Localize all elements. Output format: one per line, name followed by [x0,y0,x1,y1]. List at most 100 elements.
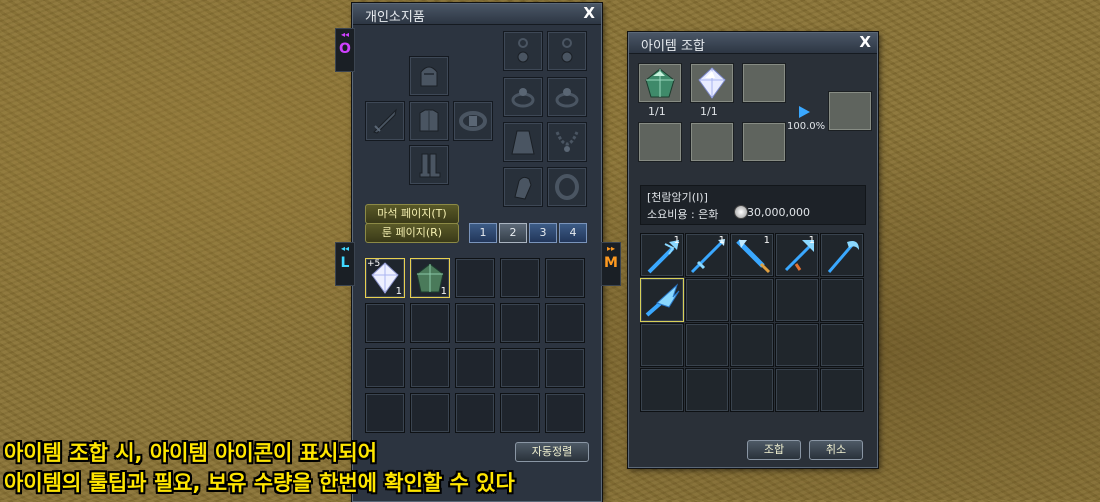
gloves-icon [514,176,532,200]
equip-slot-necklace[interactable] [547,122,587,162]
magic-stone-page-button[interactable]: 마석 페이지(T) [365,204,459,224]
combine-close-button[interactable]: X [859,33,871,51]
result-slot[interactable] [828,91,872,131]
tab-page-2[interactable]: 2 [499,223,527,243]
claw-weapon-icon [645,283,680,317]
side-tab-o[interactable]: ◂◂ O [335,28,355,72]
material-slot-3[interactable] [742,63,786,103]
inventory-slot[interactable] [365,303,405,343]
combine-button[interactable]: 조합 [747,440,801,460]
side-tab-l[interactable]: ◂◂ L [335,242,355,286]
rune-page-button[interactable]: 룬 페이지(R) [365,223,459,243]
result-item-count: 1 [673,235,680,246]
inventory-slot[interactable] [365,393,405,433]
result-grid-slot[interactable]: 1 [775,233,819,277]
cancel-button[interactable]: 취소 [809,440,863,460]
result-grid-slot[interactable] [730,278,774,322]
cape-icon [511,130,535,155]
equip-slot-belt[interactable] [453,101,493,141]
inventory-slot[interactable]: 1 [410,258,450,298]
material-slot-6[interactable] [742,122,786,162]
equip-slot-boots[interactable] [409,145,449,185]
helmet-icon [420,66,438,87]
inventory-slot[interactable] [410,303,450,343]
scythe-icon [827,241,859,273]
result-grid-slot[interactable]: 1 [640,233,684,277]
equip-slot-weapon[interactable] [365,101,405,141]
result-grid-slot[interactable] [820,368,864,412]
inventory-close-button[interactable]: X [583,4,595,22]
inventory-title: 개인소지품 [365,10,425,25]
equip-slot-earring-left[interactable] [503,31,543,71]
inventory-slot[interactable] [365,348,405,388]
equip-slot-ring-left[interactable] [503,77,543,117]
inventory-slot[interactable] [545,348,585,388]
inventory-slot[interactable] [500,348,540,388]
inventory-slot[interactable] [455,393,495,433]
success-rate: 100.0% [787,121,826,132]
inventory-slot[interactable] [500,393,540,433]
result-grid-slot[interactable] [775,278,819,322]
inventory-slot[interactable] [410,348,450,388]
play-arrow-icon [799,106,810,118]
equip-slot-cape[interactable] [503,122,543,162]
result-grid-slot[interactable] [730,323,774,367]
result-grid-slot[interactable] [730,368,774,412]
tab-page-4[interactable]: 4 [559,223,587,243]
result-grid-slot[interactable]: 1 [685,233,729,277]
material-slot-1[interactable] [638,63,682,103]
inventory-slot[interactable] [500,258,540,298]
material-slot-2[interactable] [690,63,734,103]
result-grid-slot[interactable] [640,278,684,322]
result-grid-slot[interactable] [775,368,819,412]
result-grid-slot[interactable] [685,323,729,367]
inventory-slot[interactable] [500,303,540,343]
ring-icon [511,88,535,108]
inventory-window: 개인소지품 X 마석 페이지(T) 룬 페이지(R) 1 2 3 4 +5 1 … [352,3,602,502]
result-grid-slot[interactable] [640,368,684,412]
result-grid-slot[interactable] [685,368,729,412]
armor-icon [419,109,439,132]
inventory-titlebar[interactable]: 개인소지품 X [353,4,601,25]
equip-slot-armor[interactable] [409,101,449,141]
necklace-icon [555,131,579,152]
result-grid-slot[interactable]: 1 [730,233,774,277]
material-slot-4[interactable] [638,122,682,162]
inventory-slot[interactable]: +5 1 [365,258,405,298]
result-grid-slot[interactable] [820,278,864,322]
inventory-slot[interactable] [545,303,585,343]
inventory-slot[interactable] [410,393,450,433]
material-2-count: 1/1 [700,105,718,118]
tab-page-1[interactable]: 1 [469,223,497,243]
bracelet-icon [555,174,579,200]
combine-title: 아이템 조합 [641,39,705,54]
inventory-slot[interactable] [455,303,495,343]
result-grid-slot[interactable] [685,278,729,322]
equip-slot-gloves[interactable] [503,167,543,207]
result-grid-slot[interactable] [775,323,819,367]
boots-icon [419,153,441,178]
side-tab-m[interactable]: ▸▸ M [601,242,621,286]
cost-label: 소요비용 : 은화 [647,208,719,221]
recipe-name: [천람암기(Ⅰ)] [647,191,708,204]
equip-slot-earring-right[interactable] [547,31,587,71]
combine-titlebar[interactable]: 아이템 조합 X [629,33,877,54]
inventory-slot[interactable] [455,258,495,298]
result-grid-slot[interactable] [820,323,864,367]
caption-line-2: 아이템의 툴팁과 필요, 보유 수량을 한번에 확인할 수 있다 [4,471,515,495]
equip-slot-helmet[interactable] [409,56,449,96]
auto-sort-button[interactable]: 자동정렬 [515,442,589,462]
result-item-count: 1 [808,235,815,246]
combine-window: 아이템 조합 X 1/1 1/1 100.0% [천람암기(Ⅰ)] 소요비용 :… [628,32,878,468]
equip-slot-ring-right[interactable] [547,77,587,117]
result-grid-slot[interactable] [640,323,684,367]
inventory-slot[interactable] [545,258,585,298]
result-grid-slot[interactable] [820,233,864,277]
equip-slot-bracelet[interactable] [547,167,587,207]
inventory-slot[interactable] [455,348,495,388]
inventory-slot[interactable] [545,393,585,433]
result-item-count: 1 [763,235,770,246]
result-item-count: 1 [718,235,725,246]
tab-page-3[interactable]: 3 [529,223,557,243]
material-slot-5[interactable] [690,122,734,162]
